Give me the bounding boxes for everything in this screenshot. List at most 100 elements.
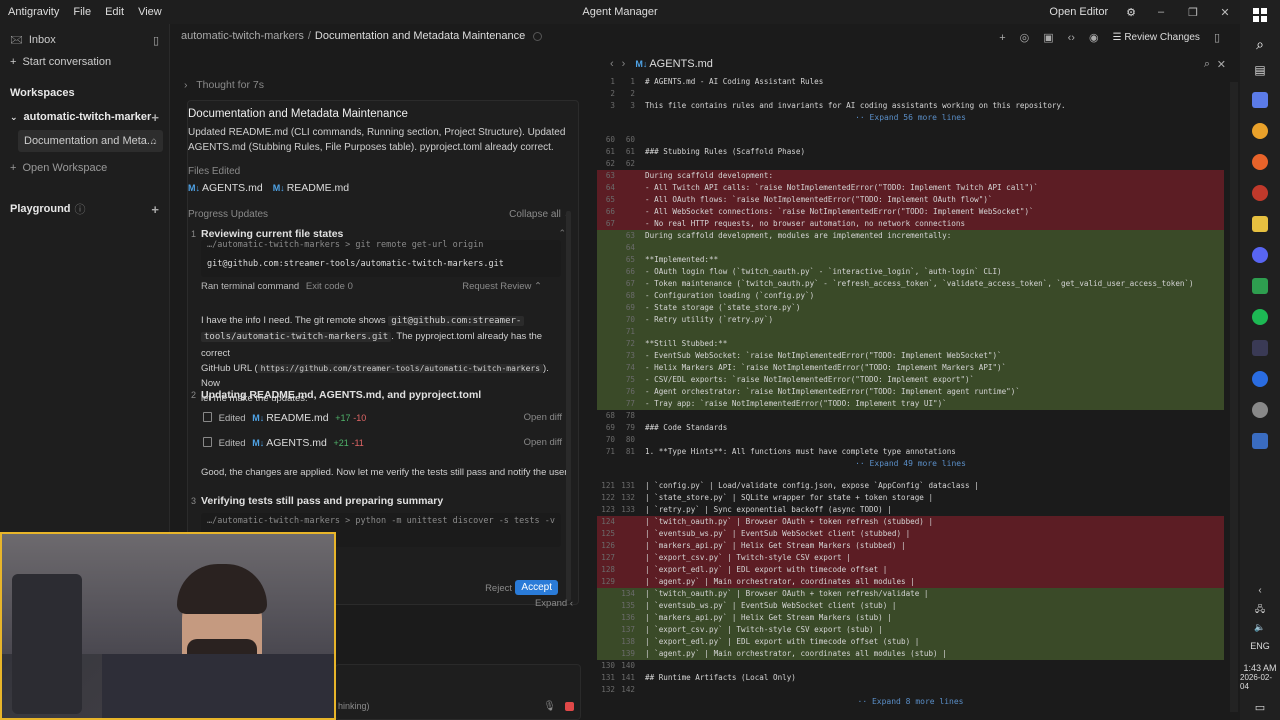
microphone-icon[interactable]: 🎙 (543, 701, 556, 712)
open-diff-button[interactable]: Open diff (524, 412, 562, 423)
discord-icon[interactable] (1252, 247, 1268, 263)
diff-line[interactable]: 22 (597, 88, 1224, 100)
chat-input[interactable]: hinking) 🎙 (335, 664, 581, 720)
diff-line[interactable]: 60 60 (597, 134, 1224, 146)
diff-line[interactable]: 71 81 1. **Type Hints**: All functions mus… (597, 446, 1224, 458)
maps-icon[interactable] (1252, 371, 1268, 387)
back-icon[interactable]: ‹ (610, 58, 614, 70)
folder-icon[interactable] (1252, 216, 1268, 232)
settings-app-icon[interactable] (1252, 402, 1268, 418)
open-workspace-item[interactable]: + Open Workspace (0, 157, 169, 179)
diff-line-added[interactable]: 138 | `export_edl.py` | EDL export with t… (597, 636, 1224, 648)
diff-line-removed[interactable]: 124 | `twitch_oauth.py` | Browser OAuth +… (597, 516, 1224, 528)
plus-icon[interactable]: + (999, 32, 1005, 44)
request-review-button[interactable]: Request Review ⌃ (462, 281, 542, 292)
stop-icon[interactable] (565, 702, 574, 711)
clock-date[interactable]: 2026-02-04 (1240, 673, 1280, 691)
antigravity-icon[interactable] (1252, 340, 1268, 356)
close-icon[interactable]: ✕ (1218, 6, 1232, 19)
open-diff-button[interactable]: Open diff (524, 437, 562, 448)
playground-item[interactable]: Playground ⓘ + (0, 198, 169, 220)
diff-line[interactable]: 1 1 # AGENTS.md - AI Coding Assistant Rule… (597, 76, 1224, 88)
excel-icon[interactable] (1252, 278, 1268, 294)
notification-icon[interactable]: ▭ (1255, 701, 1265, 714)
diff-line[interactable]: 68 78 (597, 410, 1224, 422)
diff-line-added[interactable]: 135 | `eventsub_ws.py` | EventSub WebSock… (597, 600, 1224, 612)
diff-line-removed[interactable]: 65 - All OAuth flows: `raise NotImplement… (597, 194, 1224, 206)
search-icon[interactable]: ⌕ (1256, 36, 1264, 53)
clock-time[interactable]: 1:43 AM (1243, 663, 1276, 673)
close-icon[interactable]: ✕ (1217, 58, 1226, 71)
diff-line-added[interactable]: 76 - Agent orchestrator: `raise NotImplem… (597, 386, 1224, 398)
eye-icon[interactable]: ◉ (1089, 31, 1099, 44)
breadcrumb-workspace[interactable]: automatic-twitch-markers (181, 30, 304, 42)
accept-button[interactable]: Accept (515, 580, 558, 595)
diff-line[interactable]: 69 79 ### Code Standards (597, 422, 1224, 434)
image-icon[interactable]: ▣ (1043, 31, 1053, 44)
chevron-up-icon[interactable]: ‹ (1258, 585, 1261, 596)
diff-line-added[interactable]: 71 (597, 326, 1224, 338)
spotify-icon[interactable] (1252, 309, 1268, 325)
diff-line[interactable]: 61 61 ### Stubbing Rules (Scaffold Phase) (597, 146, 1224, 158)
editor-scrollbar[interactable] (1230, 82, 1238, 712)
diff-line-removed[interactable]: 64 - All Twitch API calls: `raise NotImpl… (597, 182, 1224, 194)
diff-line-added[interactable]: 65 **Implemented:** (597, 254, 1224, 266)
toggle-panel-icon[interactable]: ▯ (1214, 31, 1220, 44)
chevron-up-icon[interactable]: ⌃ (558, 228, 566, 239)
scrollbar[interactable] (566, 211, 571, 601)
diff-line-removed[interactable]: 128 | `export_edl.py` | EDL export with t… (597, 564, 1224, 576)
diff-line-added[interactable]: 67 - Token maintenance (`twitch_oauth.py`… (597, 278, 1224, 290)
start-conversation-item[interactable]: + Start conversation (0, 51, 169, 73)
diff-line-added[interactable]: 139 | `agent.py` | Main orchestrator, coo… (597, 648, 1224, 660)
diff-editor[interactable]: 1 1 # AGENTS.md - AI Coding Assistant Rule… (597, 76, 1240, 720)
gear-icon[interactable]: ⚙ (1126, 6, 1136, 19)
diff-line-added[interactable]: 66 - OAuth login flow (`twitch_oauth.py` … (597, 266, 1224, 278)
inbox-item[interactable]: 🖂 Inbox ▯ (0, 29, 169, 51)
diff-line-added[interactable]: 77 - Tray app: `raise NotImplementedError… (597, 398, 1224, 410)
diff-line-removed[interactable]: 66 - All WebSocket connections: `raise No… (597, 206, 1224, 218)
maximize-icon[interactable]: ❐ (1186, 6, 1200, 19)
thought-toggle[interactable]: › Thought for 7s (184, 79, 264, 91)
pin-icon[interactable]: ⌂ (151, 136, 157, 147)
copilot-icon[interactable] (1252, 92, 1268, 108)
diff-line-added[interactable]: 137 | `export_csv.py` | Twitch-style CSV … (597, 624, 1224, 636)
volume-icon[interactable]: 🔈 (1254, 622, 1265, 633)
file-chip-agents[interactable]: M↓ AGENTS.md (188, 182, 263, 194)
task-view-icon[interactable]: ▤ (1254, 63, 1265, 77)
workspace-item[interactable]: ⌄ automatic-twitch-marker + (0, 106, 169, 128)
diff-line[interactable]: 121 131 | `config.py` | Load/validate conf… (597, 480, 1224, 492)
expand-lines-button[interactable]: ·· Expand 8 more lines (597, 697, 1224, 711)
opera-icon[interactable] (1252, 185, 1268, 201)
diff-line-removed[interactable]: 125 | `eventsub_ws.py` | EventSub WebSock… (597, 528, 1224, 540)
code-icon[interactable]: ‹› (1068, 32, 1075, 44)
start-icon[interactable] (1253, 8, 1267, 22)
diff-line[interactable]: 131 141 ## Runtime Artifacts (Local Only) (597, 672, 1224, 684)
language-indicator[interactable]: ENG (1250, 641, 1270, 651)
menu-edit[interactable]: Edit (105, 6, 124, 18)
diff-line-added[interactable]: 73 - EventSub WebSocket: `raise NotImplem… (597, 350, 1224, 362)
add-conversation-icon[interactable]: + (151, 110, 159, 125)
diff-line-added[interactable]: 63 During scaffold development, modules a… (597, 230, 1224, 242)
diff-line-added[interactable]: 136 | `markers_api.py` | Helix Get Stream… (597, 612, 1224, 624)
chrome-icon[interactable] (1252, 123, 1268, 139)
network-icon[interactable]: 🖧 (1255, 602, 1265, 618)
add-playground-icon[interactable]: + (151, 202, 159, 217)
diff-line-added[interactable]: 74 - Helix Markers API: `raise NotImpleme… (597, 362, 1224, 374)
diff-line-removed[interactable]: 67 - No real HTTP requests, no browser au… (597, 218, 1224, 230)
menu-view[interactable]: View (138, 6, 162, 18)
diff-line[interactable]: 62 62 (597, 158, 1224, 170)
diff-line-removed[interactable]: 129 | `agent.py` | Main orchestrator, coo… (597, 576, 1224, 588)
file-chip-readme[interactable]: M↓ README.md (273, 182, 349, 194)
minimize-icon[interactable]: – (1154, 6, 1168, 18)
open-editor-button[interactable]: Open Editor (1049, 6, 1108, 18)
review-changes-button[interactable]: ☰ Review Changes (1113, 32, 1200, 43)
collapse-all-button[interactable]: Collapse all ⌄ (509, 209, 572, 220)
menu-file[interactable]: File (73, 6, 91, 18)
reject-button[interactable]: Reject (485, 583, 512, 594)
diff-line[interactable]: 132 142 (597, 684, 1224, 696)
diff-line-added[interactable]: 70 - Retry utility (`retry.py`) (597, 314, 1224, 326)
diff-line-added[interactable]: 64 (597, 242, 1224, 254)
diff-line-removed[interactable]: 127 | `export_csv.py` | Twitch-style CSV … (597, 552, 1224, 564)
diff-line[interactable]: 3 3 This file contains rules and invariant… (597, 100, 1224, 112)
diff-line[interactable]: 123 133 | `retry.py` | Sync exponential ba… (597, 504, 1224, 516)
